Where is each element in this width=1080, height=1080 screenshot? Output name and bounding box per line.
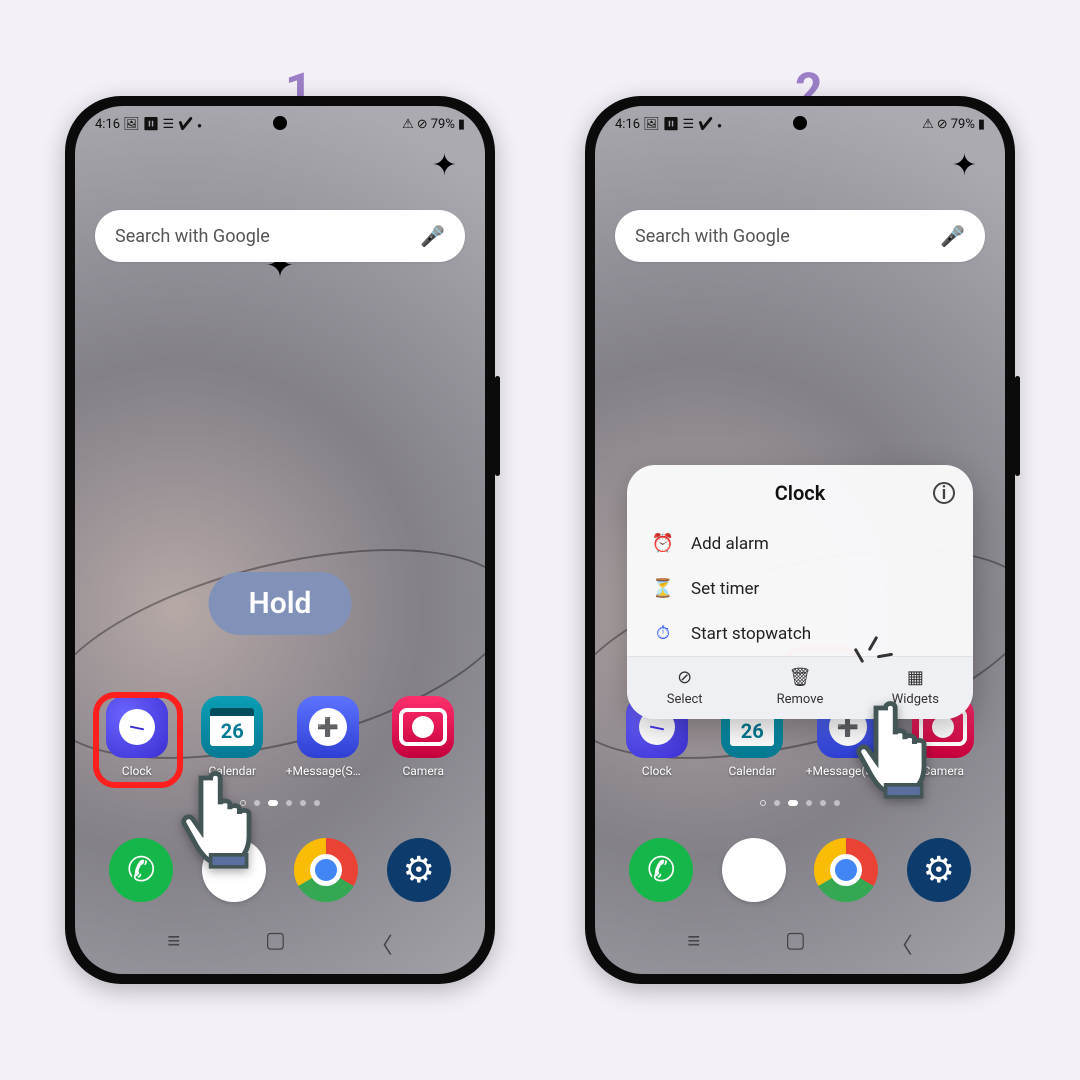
clock-icon[interactable]: [106, 696, 168, 758]
sparkle-icon: ✦: [952, 148, 977, 183]
camera-hole: [793, 116, 807, 130]
info-icon[interactable]: i: [933, 482, 955, 504]
calendar-day: 26: [730, 716, 774, 746]
status-time: 4:16: [95, 117, 120, 132]
dock-apps-icon[interactable]: [722, 838, 786, 902]
home-screen-2[interactable]: 4:16 🖼 ⏸ ☰ ✔ ● ⚠︎ ⊘ 79% ▮ ✦ Search with …: [595, 106, 1005, 974]
nav-back[interactable]: 〈: [371, 928, 393, 960]
menu-label: Start stopwatch: [691, 624, 811, 644]
dock-chrome-icon[interactable]: [294, 838, 358, 902]
page-indicator[interactable]: [75, 800, 485, 806]
app-label: Camera: [922, 764, 964, 778]
app-label: Clock: [642, 764, 672, 778]
nav-home[interactable]: ▢: [785, 928, 806, 960]
status-time: 4:16: [615, 117, 640, 132]
calendar-day: 26: [210, 716, 254, 746]
app-label: +Message(SM…: [806, 764, 890, 778]
home-screen-1[interactable]: 4:16 🖼 ⏸ ☰ ✔ ● ⚠︎ ⊘ 79% ▮ ✦ ✦ Search wit…: [75, 106, 485, 974]
select-icon: ⊘: [677, 667, 692, 688]
app-label: Calendar: [728, 764, 776, 778]
wifi-icon: ⚠︎: [922, 117, 934, 132]
dock-settings-icon[interactable]: [907, 838, 971, 902]
status-icons-left: 🖼 ⏸ ☰ ✔ ●: [643, 117, 722, 132]
sparkle-icon: ✦: [432, 148, 457, 183]
message-icon[interactable]: [297, 696, 359, 758]
action-label: Remove: [777, 692, 824, 707]
app-label: +Message(SM…: [286, 764, 370, 778]
mic-icon[interactable]: 🎤: [420, 224, 445, 248]
camera-icon[interactable]: [392, 696, 454, 758]
menu-label: Set timer: [691, 579, 759, 599]
battery-text: 79%: [431, 117, 455, 132]
widgets-icon: ▦: [907, 667, 924, 688]
action-remove[interactable]: 🗑 Remove: [742, 657, 857, 719]
action-select[interactable]: ⊘ Select: [627, 657, 742, 719]
timer-icon: ⏳: [651, 578, 675, 599]
stopwatch-icon: ⏱: [651, 623, 675, 644]
calendar-icon[interactable]: 26: [201, 696, 263, 758]
no-signal-icon: ⊘: [417, 117, 428, 132]
context-menu-title: Clock i: [627, 465, 973, 521]
dock-apps-icon[interactable]: [202, 838, 266, 902]
navigation-bar: ≡ ▢ 〈: [595, 928, 1005, 960]
search-placeholder: Search with Google: [115, 226, 270, 247]
battery-icon: ▮: [978, 117, 985, 132]
nav-recents[interactable]: ≡: [167, 928, 180, 960]
app-label: Calendar: [208, 764, 256, 778]
no-signal-icon: ⊘: [937, 117, 948, 132]
dock: [75, 838, 485, 902]
phone-frame-1: 4:16 🖼 ⏸ ☰ ✔ ● ⚠︎ ⊘ 79% ▮ ✦ ✦ Search wit…: [65, 96, 495, 984]
google-search-bar[interactable]: Search with Google 🎤: [95, 210, 465, 262]
nav-recents[interactable]: ≡: [687, 928, 700, 960]
navigation-bar: ≡ ▢ 〈: [75, 928, 485, 960]
battery-icon: ▮: [458, 117, 465, 132]
app-camera[interactable]: Camera: [381, 696, 465, 778]
nav-back[interactable]: 〈: [891, 928, 913, 960]
mic-icon[interactable]: 🎤: [940, 224, 965, 248]
page-indicator[interactable]: [595, 800, 1005, 806]
dock-phone-icon[interactable]: [109, 838, 173, 902]
battery-text: 79%: [951, 117, 975, 132]
dock-settings-icon[interactable]: [387, 838, 451, 902]
google-search-bar[interactable]: Search with Google 🎤: [615, 210, 985, 262]
app-label: Clock: [122, 764, 152, 778]
hold-instruction-badge: Hold: [209, 572, 352, 635]
context-menu-actions: ⊘ Select 🗑 Remove ▦ Widgets: [627, 656, 973, 719]
action-label: Widgets: [892, 692, 939, 707]
app-clock[interactable]: Clock: [95, 696, 179, 778]
menu-start-stopwatch[interactable]: ⏱ Start stopwatch: [627, 611, 973, 656]
app-message[interactable]: +Message(SM…: [286, 696, 370, 778]
menu-set-timer[interactable]: ⏳ Set timer: [627, 566, 973, 611]
trash-icon: 🗑: [789, 667, 812, 688]
app-row: Clock 26 Calendar +Message(SM… Camera: [75, 696, 485, 778]
app-label: Camera: [402, 764, 444, 778]
context-menu-title-text: Clock: [775, 481, 826, 505]
context-menu: Clock i ⏰ Add alarm ⏳ Set timer ⏱ Start …: [627, 465, 973, 719]
app-calendar[interactable]: 26 Calendar: [190, 696, 274, 778]
wifi-icon: ⚠︎: [402, 117, 414, 132]
menu-add-alarm[interactable]: ⏰ Add alarm: [627, 521, 973, 566]
dock: [595, 838, 1005, 902]
phone-frame-2: 4:16 🖼 ⏸ ☰ ✔ ● ⚠︎ ⊘ 79% ▮ ✦ Search with …: [585, 96, 1015, 984]
alarm-icon: ⏰: [651, 533, 675, 554]
camera-hole: [273, 116, 287, 130]
nav-home[interactable]: ▢: [265, 928, 286, 960]
search-placeholder: Search with Google: [635, 226, 790, 247]
click-effect-icon: [851, 640, 895, 684]
action-label: Select: [667, 692, 703, 707]
dock-phone-icon[interactable]: [629, 838, 693, 902]
menu-label: Add alarm: [691, 534, 769, 554]
status-icons-left: 🖼 ⏸ ☰ ✔ ●: [123, 117, 202, 132]
dock-chrome-icon[interactable]: [814, 838, 878, 902]
